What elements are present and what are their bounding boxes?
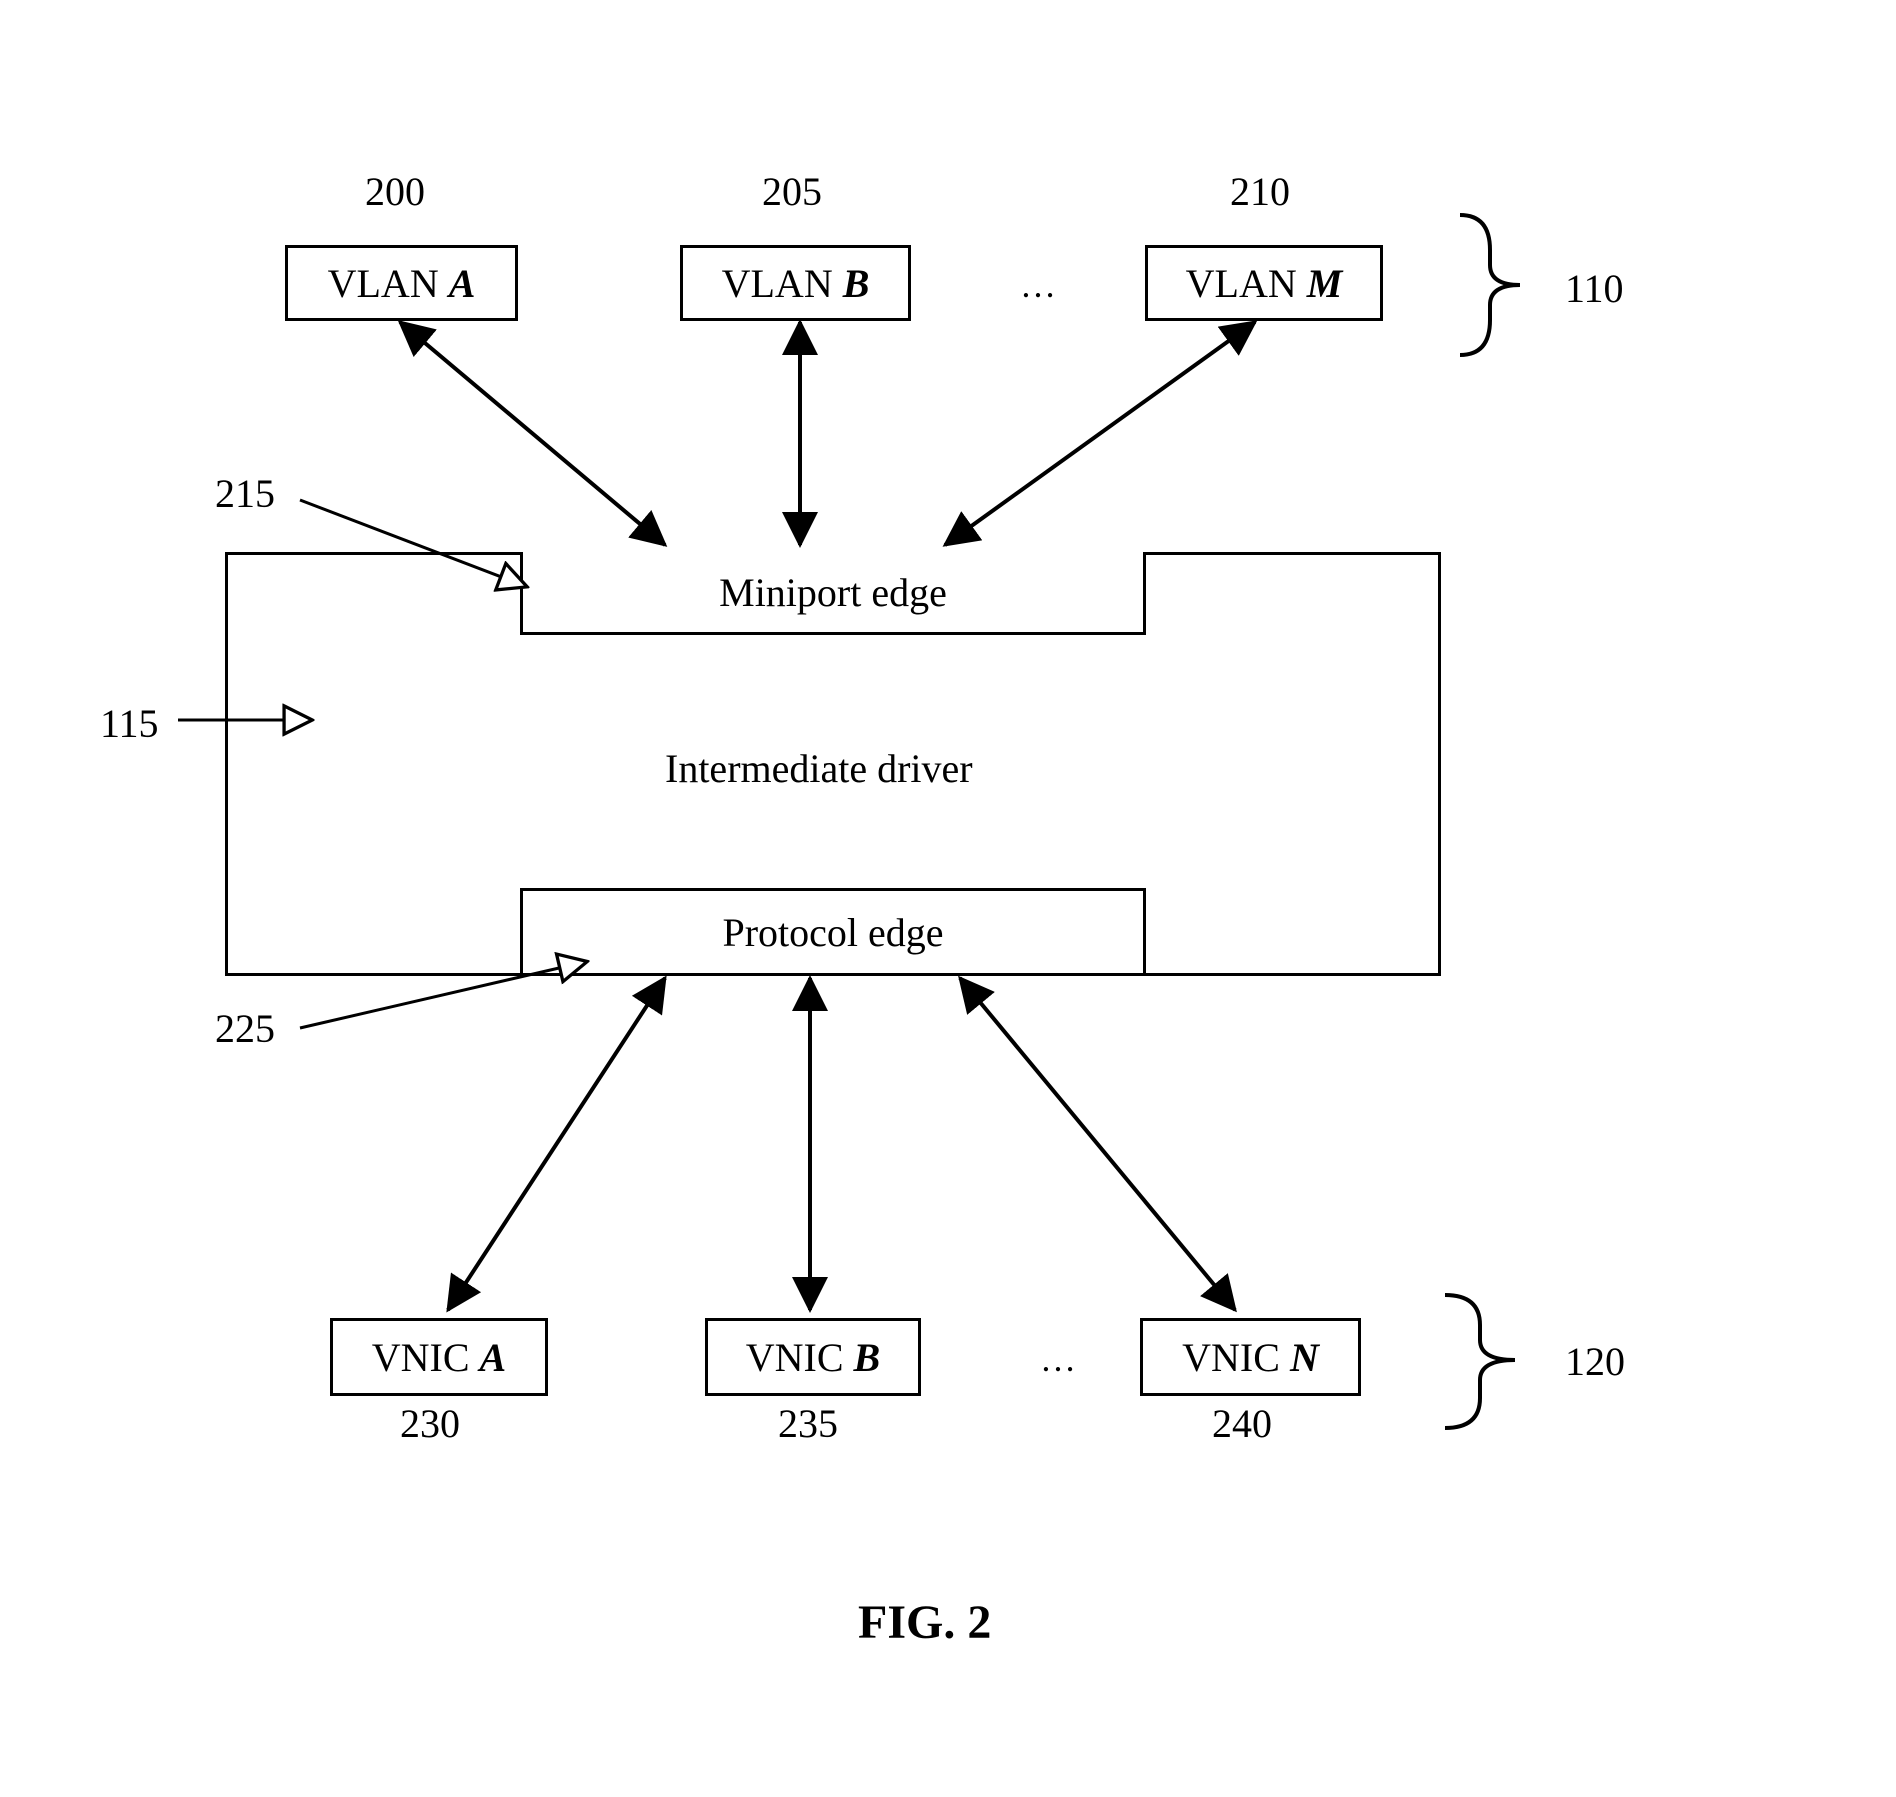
vnic-a-box: VNIC A xyxy=(330,1318,548,1396)
vlan-b-label: VLAN B xyxy=(722,260,870,307)
ref-215: 215 xyxy=(215,470,275,517)
figure-title: FIG. 2 xyxy=(858,1595,991,1650)
ref-225: 225 xyxy=(215,1005,275,1052)
vlan-a-label: VLAN A xyxy=(328,260,476,307)
ref-235: 235 xyxy=(778,1400,838,1447)
vlan-m-box: VLAN M xyxy=(1145,245,1383,321)
ref-120: 120 xyxy=(1565,1338,1625,1385)
bottom-ellipsis: … xyxy=(1040,1338,1076,1380)
intermediate-driver-label: Intermediate driver xyxy=(665,745,973,792)
vnic-b-box: VNIC B xyxy=(705,1318,921,1396)
ref-115: 115 xyxy=(100,700,159,747)
vnic-n-label: VNIC N xyxy=(1182,1334,1319,1381)
miniport-edge-label: Miniport edge xyxy=(719,569,947,616)
ref-200: 200 xyxy=(365,168,425,215)
vlan-a-box: VLAN A xyxy=(285,245,518,321)
diagram-canvas: 200 205 210 VLAN A VLAN B VLAN M … 110 2… xyxy=(0,0,1896,1797)
top-ellipsis: … xyxy=(1020,264,1056,306)
protocol-edge-box: Protocol edge xyxy=(520,888,1146,973)
ref-240: 240 xyxy=(1212,1400,1272,1447)
vnic-a-label: VNIC A xyxy=(372,1334,506,1381)
vnic-n-box: VNIC N xyxy=(1140,1318,1361,1396)
ref-205: 205 xyxy=(762,168,822,215)
ref-210: 210 xyxy=(1230,168,1290,215)
protocol-edge-label: Protocol edge xyxy=(722,909,943,956)
vlan-b-box: VLAN B xyxy=(680,245,911,321)
vlan-m-label: VLAN M xyxy=(1186,260,1343,307)
vnic-b-label: VNIC B xyxy=(746,1334,880,1381)
miniport-edge-box: Miniport edge xyxy=(520,552,1146,635)
ref-230: 230 xyxy=(400,1400,460,1447)
ref-110: 110 xyxy=(1565,265,1624,312)
